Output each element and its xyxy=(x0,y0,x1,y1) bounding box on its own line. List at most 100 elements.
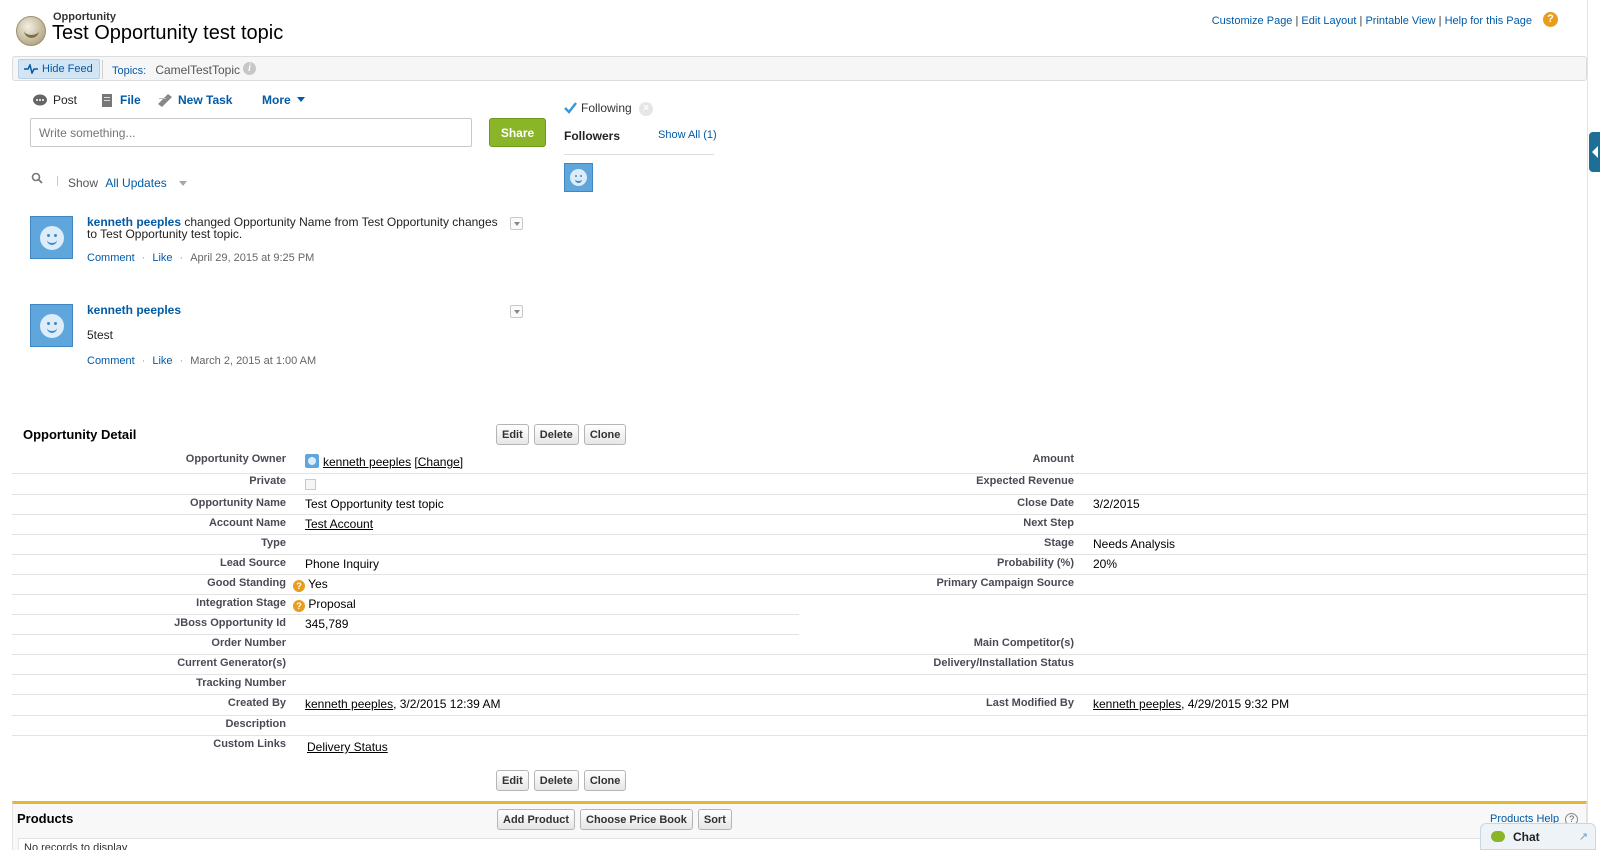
tab-more[interactable]: More xyxy=(262,93,305,107)
filter-dropdown[interactable]: All Updates xyxy=(105,176,166,190)
help-icon[interactable]: ? xyxy=(1543,12,1558,27)
clone-button[interactable]: Clone xyxy=(583,424,627,445)
clone-button[interactable]: Clone xyxy=(583,770,627,791)
field-label: Integration Stage xyxy=(196,597,286,609)
comment-link[interactable]: Comment xyxy=(87,355,135,367)
choose-price-book-button[interactable]: Choose Price Book xyxy=(580,809,693,830)
tab-new-task[interactable]: New Task xyxy=(158,93,232,107)
user-icon xyxy=(305,454,319,468)
feed-actor-link[interactable]: kenneth peeples xyxy=(87,303,181,317)
field-label: Order Number xyxy=(211,637,286,649)
section-title: Opportunity Detail xyxy=(23,427,137,442)
feed-item-menu-button[interactable] xyxy=(510,305,523,318)
feed-filter: Show All Updates xyxy=(68,176,188,190)
row-divider xyxy=(12,574,1587,575)
tab-file[interactable]: File xyxy=(100,93,141,107)
edit-button[interactable]: Edit xyxy=(496,424,529,445)
show-all-followers-link[interactable]: Show All (1) xyxy=(658,129,717,141)
topic-value[interactable]: CamelTestTopic xyxy=(155,63,240,77)
sidebar-toggle-icon[interactable] xyxy=(1589,132,1600,172)
add-product-button[interactable]: Add Product xyxy=(497,809,575,830)
like-link[interactable]: Like xyxy=(152,355,172,367)
avatar[interactable] xyxy=(30,216,73,259)
followers-heading: Followers xyxy=(564,129,621,143)
row-divider xyxy=(12,494,1587,495)
row-divider xyxy=(12,473,1587,474)
chat-button[interactable]: Chat ↗ xyxy=(1480,823,1596,850)
help-for-page-link[interactable]: Help for this Page xyxy=(1445,15,1532,27)
sort-button[interactable]: Sort xyxy=(697,809,732,830)
last-modified-date: , 4/29/2015 9:32 PM xyxy=(1181,697,1290,711)
hide-feed-button[interactable]: Hide Feed xyxy=(18,59,100,79)
search-icon[interactable] xyxy=(31,172,43,184)
help-icon[interactable]: ? xyxy=(293,600,305,612)
help-icon[interactable]: ? xyxy=(293,580,305,592)
feed-item-text: kenneth peeples xyxy=(87,304,499,316)
field-value: 345,789 xyxy=(305,617,349,631)
field-label: Private xyxy=(249,475,286,487)
feed-item-menu-button[interactable] xyxy=(510,217,523,230)
field-label: Expected Revenue xyxy=(976,475,1074,487)
expand-arrow-icon[interactable]: ↗ xyxy=(1579,830,1588,843)
detail-top-buttons: Edit Delete Clone xyxy=(496,424,627,445)
user-face-icon xyxy=(570,169,587,186)
page-title: Test Opportunity test topic xyxy=(52,22,284,44)
feed-item-actions: Comment · Like · March 2, 2015 at 1:00 AM xyxy=(87,355,317,367)
row-divider xyxy=(12,634,799,635)
field-value: Delivery Status xyxy=(307,740,388,754)
created-by-link[interactable]: kenneth peeples xyxy=(305,697,393,711)
edit-layout-link[interactable]: Edit Layout xyxy=(1301,15,1356,27)
row-divider xyxy=(12,614,799,615)
followers-divider xyxy=(564,154,714,155)
change-owner-link[interactable]: [Change] xyxy=(414,455,463,469)
delete-button[interactable]: Delete xyxy=(533,424,579,445)
field-value: Test Opportunity test topic xyxy=(305,497,444,511)
field-label: Type xyxy=(261,537,286,549)
topics-field: Topics: CamelTestTopic xyxy=(112,63,240,77)
edit-button[interactable]: Edit xyxy=(496,770,529,791)
row-divider xyxy=(12,694,1587,695)
info-icon[interactable]: i xyxy=(243,62,256,75)
post-input[interactable] xyxy=(30,118,472,147)
follower-avatar[interactable] xyxy=(564,163,593,192)
field-label: Description xyxy=(225,718,286,730)
no-records-message: No records to display xyxy=(18,838,1583,850)
tab-post[interactable]: Post xyxy=(33,93,77,107)
owner-link[interactable]: kenneth peeples xyxy=(323,455,411,469)
field-label: Close Date xyxy=(1017,497,1074,509)
task-icon xyxy=(158,93,172,107)
toolbar-divider xyxy=(102,60,103,79)
file-icon xyxy=(102,93,112,107)
field-label: Delivery/Installation Status xyxy=(933,657,1074,669)
row-divider xyxy=(12,674,1587,675)
customize-page-link[interactable]: Customize Page xyxy=(1212,15,1293,27)
field-label: Custom Links xyxy=(213,738,286,750)
field-label: Last Modified By xyxy=(985,697,1074,709)
printable-view-link[interactable]: Printable View xyxy=(1365,15,1435,27)
share-button[interactable]: Share xyxy=(489,118,546,147)
delete-button[interactable]: Delete xyxy=(533,770,579,791)
hide-feed-label: Hide Feed xyxy=(42,63,93,75)
avatar[interactable] xyxy=(30,304,73,347)
feed-timestamp[interactable]: April 29, 2015 at 9:25 PM xyxy=(190,252,314,264)
feed-item-actions: Comment · Like · April 29, 2015 at 9:25 PM xyxy=(87,252,315,264)
feed-item-text: kenneth peeples changed Opportunity Name… xyxy=(87,216,499,240)
caret-down-icon[interactable] xyxy=(179,181,188,187)
row-divider xyxy=(12,654,1587,655)
account-link[interactable]: Test Account xyxy=(305,517,373,531)
field-label: JBoss Opportunity Id xyxy=(174,617,286,629)
like-link[interactable]: Like xyxy=(152,252,172,264)
field-label: Next Step xyxy=(1023,517,1074,529)
opportunity-record-icon xyxy=(16,16,46,46)
delivery-status-link[interactable]: Delivery Status xyxy=(307,740,388,754)
unfollow-icon[interactable]: × xyxy=(639,102,653,116)
comment-link[interactable]: Comment xyxy=(87,252,135,264)
private-value xyxy=(305,477,316,491)
topics-label[interactable]: Topics: xyxy=(112,65,146,77)
feed-timestamp[interactable]: March 2, 2015 at 1:00 AM xyxy=(190,355,316,367)
products-title: Products xyxy=(17,811,74,826)
last-modified-by-link[interactable]: kenneth peeples xyxy=(1093,697,1181,711)
chat-bubble-icon xyxy=(1491,831,1505,842)
field-label: Stage xyxy=(1044,537,1074,549)
field-value: 3/2/2015 xyxy=(1093,497,1140,511)
